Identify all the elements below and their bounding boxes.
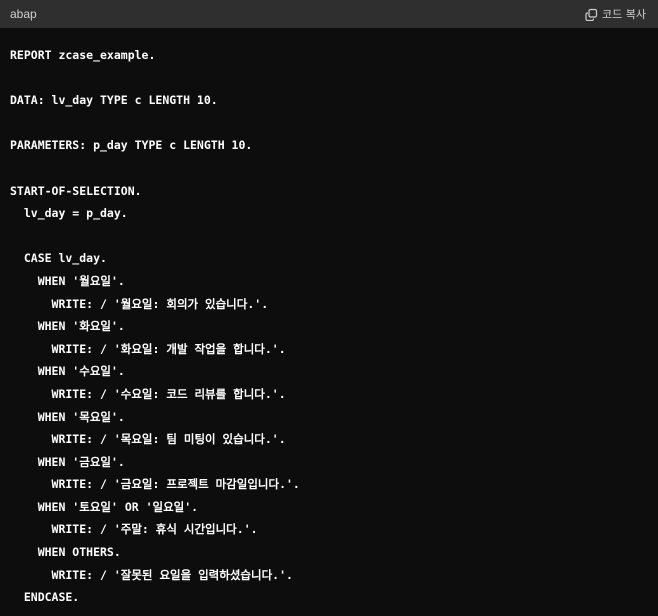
code-line: lv_day = p_day. — [10, 206, 128, 221]
code-line: DATA: lv_day TYPE c LENGTH 10. — [10, 93, 218, 108]
code-line: WRITE: / '월요일: 회의가 있습니다.'. — [10, 296, 269, 311]
code-line: REPORT zcase_example. — [10, 48, 156, 62]
code-line: WHEN '화요일'. — [10, 319, 125, 334]
language-label: abap — [10, 7, 37, 21]
copy-label: 코드 복사 — [602, 8, 646, 21]
code-line: WHEN '수요일'. — [10, 364, 125, 379]
code-line: START-OF-SELECTION. — [10, 183, 142, 198]
code-line: ENDCASE. — [10, 590, 80, 605]
code-line: WHEN OTHERS. — [10, 545, 121, 560]
code-body[interactable]: REPORT zcase_example. DATA: lv_day TYPE c… — [0, 28, 658, 609]
code-line: WRITE: / '금요일: 프로젝트 마감일입니다.'. — [10, 477, 300, 492]
code-line: WRITE: / '화요일: 개발 작업을 합니다.'. — [10, 341, 286, 356]
code-line: PARAMETERS: p_day TYPE c LENGTH 10. — [10, 138, 253, 153]
code-line: WHEN '토요일' OR '일요일'. — [10, 499, 199, 514]
code-block-header: abap 코드 복사 — [0, 0, 658, 28]
code-line: WRITE: / '잘못된 요일을 입력하셨습니다.'. — [10, 567, 293, 582]
code-line: WHEN '월요일'. — [10, 273, 125, 288]
code-line: WHEN '금요일'. — [10, 454, 125, 469]
code-line: WRITE: / '목요일: 팀 미팅이 있습니다.'. — [10, 432, 286, 447]
code-line: WHEN '목요일'. — [10, 409, 125, 424]
code-line: WRITE: / '주말: 휴식 시간입니다.'. — [10, 522, 258, 537]
copy-code-button[interactable]: 코드 복사 — [585, 6, 646, 22]
code-block: abap 코드 복사 REPORT zcase_example. DATA: lv… — [0, 0, 658, 616]
code-text: REPORT zcase_example. DATA: lv_day TYPE c… — [10, 44, 648, 609]
code-line: CASE lv_day. — [10, 251, 107, 266]
code-line: WRITE: / '수요일: 코드 리뷰를 합니다.'. — [10, 386, 286, 401]
copy-icon — [585, 8, 598, 21]
